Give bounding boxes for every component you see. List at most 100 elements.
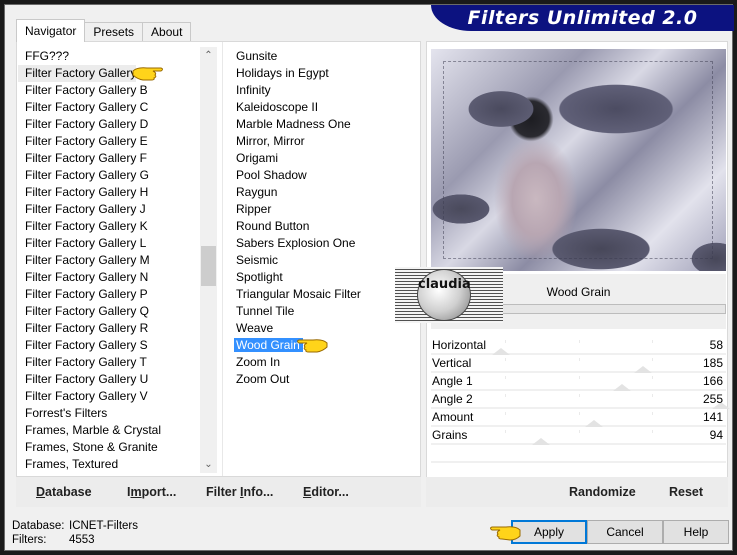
slider-tick	[578, 358, 580, 361]
list-divider	[222, 42, 223, 476]
filter-item[interactable]: Pool Shadow	[229, 167, 419, 184]
category-item[interactable]: Filter Factory Gallery V	[18, 388, 198, 405]
category-item[interactable]: Filter Factory Gallery J	[18, 201, 198, 218]
param-value: 58	[709, 338, 723, 352]
filter-item[interactable]: Ripper	[229, 201, 419, 218]
category-item[interactable]: Forrest's Filters	[18, 405, 198, 422]
param-slider[interactable]: Grains 94	[431, 427, 726, 445]
preview-image	[431, 49, 726, 271]
filter-item[interactable]: Zoom In	[229, 354, 419, 371]
filter-info-button[interactable]: Filter Info...	[206, 477, 273, 507]
filter-item[interactable]: Tunnel Tile	[229, 303, 419, 320]
scroll-up-icon[interactable]: ⌃	[200, 47, 217, 64]
category-item[interactable]: Filter Factory Gallery H	[18, 184, 198, 201]
category-item[interactable]: Filter Factory Gallery L	[18, 235, 198, 252]
watermark-logo: claudia	[395, 267, 503, 323]
category-item[interactable]: Filter Factory Gallery C	[18, 99, 198, 116]
filter-item-label: Round Button	[236, 219, 310, 233]
param-value: 94	[709, 428, 723, 442]
category-item[interactable]: Filter Factory Gallery S	[18, 337, 198, 354]
filter-item[interactable]: Origami	[229, 150, 419, 167]
filter-item[interactable]: Triangular Mosaic Filter	[229, 286, 419, 303]
category-item[interactable]: Filter Factory Gallery U	[18, 371, 198, 388]
category-item[interactable]: Frames, Textured	[18, 456, 198, 473]
reset-button[interactable]: Reset	[669, 477, 703, 507]
filter-item-label: Origami	[236, 151, 279, 165]
pointing-hand-icon	[132, 67, 163, 81]
pointing-hand-icon	[490, 526, 521, 541]
category-item[interactable]: Filter Factory Gallery M	[18, 252, 198, 269]
help-button[interactable]: Help	[663, 520, 729, 544]
filter-item[interactable]: Raygun	[229, 184, 419, 201]
category-item[interactable]: FFG???	[18, 48, 198, 65]
category-list[interactable]: FFG??? Filter Factory Gallery A Filter Fac…	[18, 48, 198, 473]
editor-button[interactable]: Editor...	[303, 477, 349, 507]
filter-item[interactable]: Holidays in Egypt	[229, 65, 419, 82]
slider-thumb[interactable]	[532, 438, 551, 445]
slider-tick	[652, 376, 654, 379]
apply-button[interactable]: Apply	[511, 520, 587, 544]
param-slider[interactable]: Angle 2 255	[431, 391, 730, 409]
tab-navigator[interactable]: Navigator	[16, 19, 86, 42]
filter-item-label: Sabers Explosion One	[236, 236, 356, 250]
slider-tick	[504, 358, 506, 361]
category-item[interactable]: Filter Factory Gallery F	[18, 150, 198, 167]
category-item[interactable]: Frames, Marble & Crystal	[18, 422, 198, 439]
filter-item[interactable]: Marble Madness One	[229, 116, 419, 133]
param-label: Horizontal	[432, 338, 487, 352]
category-item[interactable]: Filter Factory Gallery N	[18, 269, 198, 286]
randomize-button[interactable]: Randomize	[569, 477, 636, 507]
category-item[interactable]: Filter Factory Gallery D	[18, 116, 198, 133]
param-slider[interactable]: Angle 1 166	[431, 373, 726, 391]
category-item[interactable]: Filter Factory Gallery B	[18, 82, 198, 99]
filter-item[interactable]: Spotlight	[229, 269, 419, 286]
filter-item-label: Marble Madness One	[236, 117, 351, 131]
category-item[interactable]: Filter Factory Gallery T	[18, 354, 198, 371]
filter-item-label: Mirror, Mirror	[236, 134, 305, 148]
param-slider[interactable]: Horizontal 58	[431, 337, 726, 355]
filters-count: 4553	[69, 534, 95, 546]
category-item[interactable]: Filter Factory Gallery E	[18, 133, 198, 150]
category-item[interactable]: Filter Factory Gallery Q	[18, 303, 198, 320]
param-label: Amount	[432, 410, 474, 424]
slider-tick	[578, 340, 580, 343]
filter-item[interactable]: Sabers Explosion One	[229, 235, 419, 252]
filter-item[interactable]: Kaleidoscope II	[229, 99, 419, 116]
param-value: 141	[702, 410, 723, 424]
filter-item[interactable]: Seismic	[229, 252, 419, 269]
filter-item-label: Ripper	[236, 202, 272, 216]
slider-thumb[interactable]	[633, 366, 652, 373]
filter-item[interactable]: Infinity	[229, 82, 419, 99]
filter-item[interactable]: Gunsite	[229, 48, 419, 65]
slider-thumb[interactable]	[584, 420, 603, 427]
scroll-down-icon[interactable]: ⌄	[200, 456, 217, 473]
scroll-thumb[interactable]	[201, 246, 216, 286]
cancel-button[interactable]: Cancel	[587, 520, 663, 544]
tab-about[interactable]: About	[142, 22, 192, 42]
database-button[interactable]: Database	[36, 477, 92, 507]
category-item[interactable]: Filter Factory Gallery P	[18, 286, 198, 303]
param-slider[interactable]: Vertical 185	[431, 355, 726, 373]
param-label: Angle 2	[432, 392, 473, 406]
filter-item-label: Pool Shadow	[236, 168, 307, 182]
filter-item[interactable]: Round Button	[229, 218, 419, 235]
category-item[interactable]: Filter Factory Gallery G	[18, 167, 198, 184]
filter-item-label: Spotlight	[236, 270, 283, 284]
filter-item-label: Wood Grain	[234, 338, 303, 352]
tab-presets[interactable]: Presets	[84, 22, 144, 42]
param-value: 185	[702, 356, 723, 370]
filter-item-label: Holidays in Egypt	[236, 66, 329, 80]
category-item[interactable]: Frames, Stone & Granite	[18, 439, 198, 456]
param-slider[interactable]: Amount 141	[431, 409, 726, 427]
filter-item-label: Infinity	[236, 83, 271, 97]
filter-item[interactable]: Mirror, Mirror	[229, 133, 419, 150]
slider-thumb[interactable]	[491, 348, 510, 355]
category-item[interactable]: Filter Factory Gallery R	[18, 320, 198, 337]
category-item[interactable]: Filter Factory Gallery K	[18, 218, 198, 235]
import-button[interactable]: Import...	[127, 477, 176, 507]
filter-item[interactable]: Zoom Out	[229, 371, 419, 388]
category-item[interactable]: Filter Factory Gallery A	[18, 65, 147, 82]
category-scrollbar[interactable]: ⌃ ⌄	[200, 47, 217, 473]
slider-thumb[interactable]	[612, 384, 631, 391]
param-label: Angle 1	[432, 374, 473, 388]
